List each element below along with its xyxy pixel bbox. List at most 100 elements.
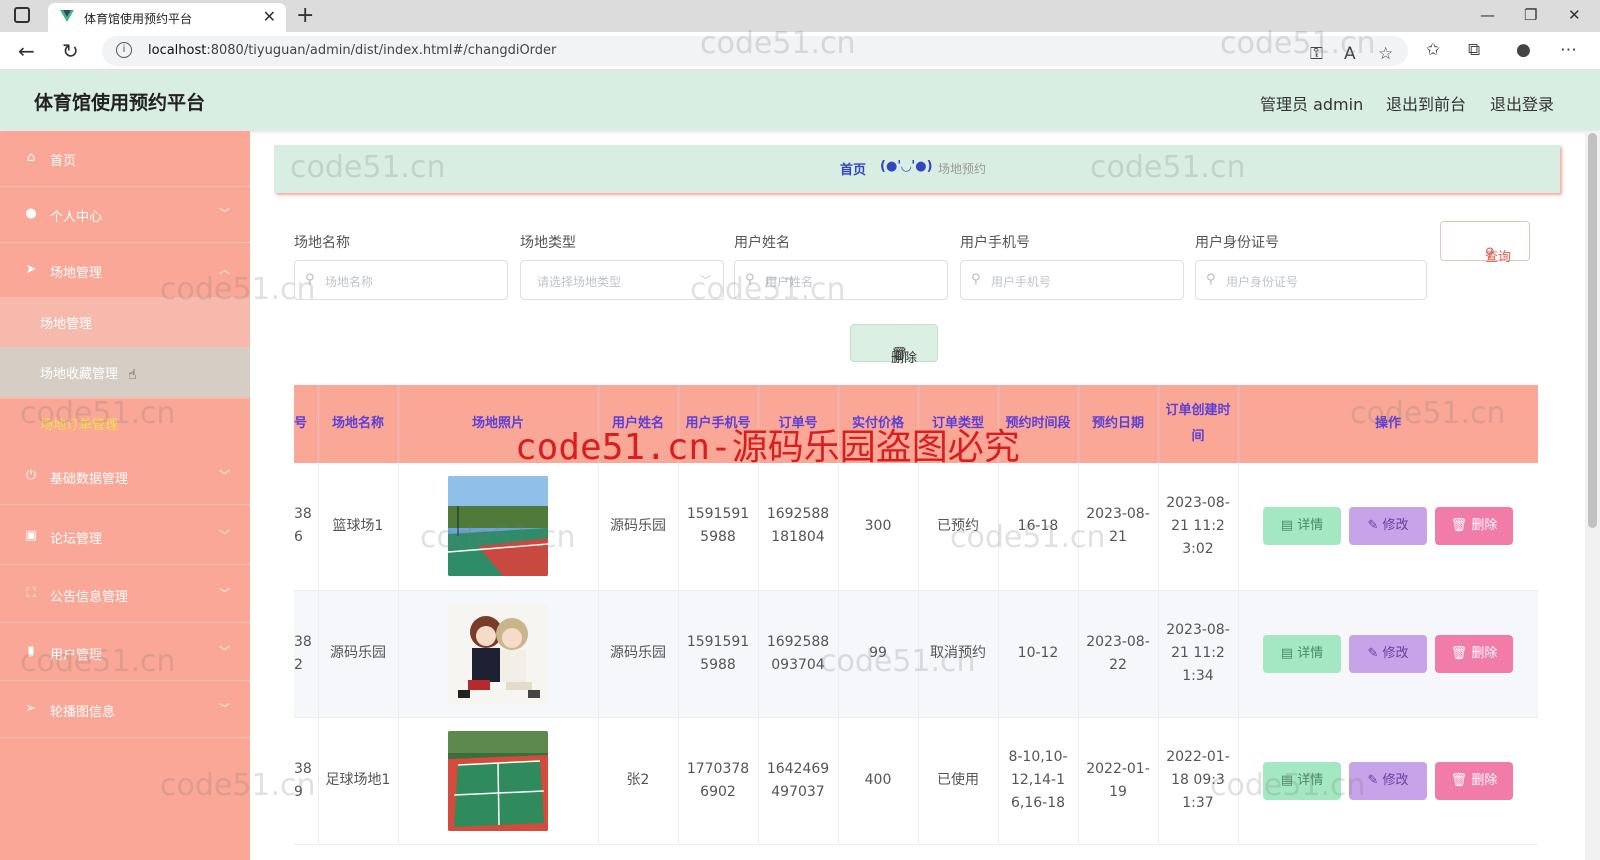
cell-user-name: 源码乐园 bbox=[598, 463, 679, 591]
cell-time-slot: 16-18 bbox=[998, 463, 1079, 591]
batch-delete-button[interactable]: 🗑 删除 bbox=[850, 324, 938, 366]
breadcrumb-home[interactable]: 首页 bbox=[840, 159, 866, 178]
search-icon: ⚲ bbox=[1206, 272, 1216, 287]
sidebar-subitem-orders[interactable]: 场地订单管理 bbox=[40, 414, 118, 433]
sidebar-item-base-data[interactable]: ⏻ 基础数据管理 ﹀ bbox=[0, 449, 250, 505]
browser-tab[interactable]: 体育馆使用预约平台 ✕ bbox=[48, 3, 286, 32]
col-header-order-type[interactable]: 订单类型 bbox=[918, 385, 999, 463]
sidebar-item-forum[interactable]: ▣ 论坛管理 ﹀ bbox=[0, 509, 250, 565]
court-photo-soccer[interactable] bbox=[448, 730, 548, 831]
col-header-user-phone[interactable]: 用户手机号 bbox=[678, 385, 759, 463]
user-idcard-input[interactable]: ⚲ 用户身份证号 bbox=[1195, 260, 1427, 300]
detail-button[interactable]: ▤ 详情 bbox=[1263, 761, 1341, 800]
search-label-user-name: 用户姓名 bbox=[734, 235, 790, 251]
delete-button[interactable]: 🗑 删除 bbox=[1435, 761, 1513, 800]
cell-user-phone: 17703786902 bbox=[678, 717, 759, 845]
detail-button[interactable]: ▤ 详情 bbox=[1263, 634, 1341, 673]
input-placeholder: 用户身份证号 bbox=[1226, 275, 1299, 289]
logout-link[interactable]: 退出登录 bbox=[1490, 91, 1554, 115]
chevron-down-icon: ﹀ bbox=[219, 645, 230, 658]
delete-button[interactable]: 🗑 删除 bbox=[1435, 634, 1513, 673]
window-menu-icon[interactable] bbox=[14, 7, 30, 23]
cell-created: 2023-08-21 11:21:34 bbox=[1158, 590, 1239, 718]
edit-button[interactable]: ✎ 修改 bbox=[1349, 761, 1427, 800]
chat-icon: ▣ bbox=[24, 528, 38, 543]
sidebar-item-profile[interactable]: ● 个人中心 ﹀ bbox=[0, 187, 250, 243]
site-info-icon[interactable]: i bbox=[116, 42, 132, 58]
sidebar-item-label: 基础数据管理 bbox=[50, 472, 129, 487]
col-header-venue-name[interactable]: 场地名称 bbox=[318, 385, 399, 463]
back-to-front-link[interactable]: 退出到前台 bbox=[1386, 91, 1466, 115]
search-label-user-idcard: 用户身份证号 bbox=[1195, 235, 1279, 251]
restore-icon[interactable]: ❐ bbox=[1524, 6, 1537, 24]
col-header-time-slot[interactable]: 预约时间段 bbox=[998, 385, 1079, 463]
chevron-down-icon: ﹀ bbox=[219, 529, 230, 542]
select-placeholder: 请选择场地类型 bbox=[537, 275, 622, 289]
search-icon: ⚲ bbox=[971, 272, 981, 287]
reload-icon[interactable]: ↻ bbox=[62, 39, 79, 63]
read-aloud-icon[interactable]: A bbox=[1344, 44, 1356, 64]
sidebar-item-users[interactable]: ▮ 用户管理 ﹀ bbox=[0, 625, 250, 681]
sidebar-item-notices[interactable]: ⛶ 公告信息管理 ﹀ bbox=[0, 567, 250, 623]
collections-icon[interactable]: ⧉ bbox=[1468, 40, 1480, 60]
query-button[interactable]: 查询 ⚲ bbox=[1440, 221, 1530, 265]
search-icon: ⚲ bbox=[1485, 246, 1495, 261]
admin-label: 管理员 admin bbox=[1260, 95, 1364, 114]
page-scrollbar[interactable] bbox=[1585, 131, 1600, 860]
court-photo-anime[interactable] bbox=[448, 603, 548, 704]
sidebar-subitem-label: 场地收藏管理 bbox=[40, 367, 119, 382]
browser-tab-bar: 体育馆使用预约平台 ✕ + — ❐ ✕ bbox=[0, 0, 1600, 32]
col-header-order-no[interactable]: 订单号 bbox=[758, 385, 839, 463]
more-menu-icon[interactable]: ⋯ bbox=[1560, 40, 1577, 60]
chevron-down-icon: ﹀ bbox=[219, 469, 230, 482]
cell-order-no: 1692588181804 bbox=[758, 463, 839, 591]
cell-photo bbox=[398, 463, 599, 591]
chevron-down-icon: ﹀ bbox=[219, 207, 230, 220]
col-header-id[interactable]: 号 bbox=[294, 385, 319, 463]
sidebar-item-venue[interactable]: ➤ 场地管理 ︿ bbox=[0, 243, 250, 299]
court-photo-basketball[interactable] bbox=[448, 476, 548, 577]
address-bar: ← ↻ i localhost:8080/tiyuguan/admin/dist… bbox=[0, 32, 1600, 70]
sidebar-item-label: 轮播图信息 bbox=[50, 705, 116, 720]
venue-type-select[interactable]: 请选择场地类型 ﹀ bbox=[520, 260, 724, 300]
minimize-icon[interactable]: — bbox=[1480, 6, 1495, 24]
sidebar-item-carousel[interactable]: ➢ 轮播图信息 ﹀ bbox=[0, 682, 250, 738]
new-tab-icon[interactable]: + bbox=[296, 3, 314, 28]
col-header-price[interactable]: 实付价格 bbox=[838, 385, 919, 463]
chevron-down-icon: ﹀ bbox=[700, 274, 711, 287]
close-window-icon[interactable]: ✕ bbox=[1568, 6, 1581, 24]
favorites-icon[interactable]: ✩ bbox=[1426, 40, 1440, 60]
sidebar-item-home[interactable]: ⌂ 首页 bbox=[0, 131, 250, 187]
user-name-input[interactable]: ⚲ 用户姓名 bbox=[734, 260, 948, 300]
col-header-date[interactable]: 预约日期 bbox=[1078, 385, 1159, 463]
close-tab-icon[interactable]: ✕ bbox=[263, 7, 276, 26]
user-phone-input[interactable]: ⚲ 用户手机号 bbox=[960, 260, 1184, 300]
cell-price: 300 bbox=[838, 463, 919, 591]
breadcrumb-separator: (●'◡'●) bbox=[880, 159, 933, 174]
cell-order-type: 已使用 bbox=[918, 717, 999, 845]
cell-date: 2023-08-21 bbox=[1078, 463, 1159, 591]
sidebar-subitem-venue-manage[interactable]: 场地管理 bbox=[0, 297, 250, 347]
url-field[interactable]: i localhost:8080/tiyuguan/admin/dist/ind… bbox=[102, 36, 1408, 66]
detail-button[interactable]: ▤ 详情 bbox=[1263, 507, 1341, 546]
scrollbar-thumb[interactable] bbox=[1588, 133, 1597, 528]
cell-order-no: 1642469497037 bbox=[758, 717, 839, 845]
col-header-user-name[interactable]: 用户姓名 bbox=[598, 385, 679, 463]
tab-title: 体育馆使用预约平台 bbox=[84, 12, 193, 26]
profile-avatar-icon[interactable]: ● bbox=[1516, 40, 1531, 60]
add-favorite-icon[interactable]: ☆ bbox=[1378, 44, 1393, 64]
col-header-actions: 操作 bbox=[1238, 385, 1538, 463]
cell-id: 386 bbox=[294, 463, 319, 591]
delete-button[interactable]: 🗑 删除 bbox=[1435, 507, 1513, 546]
sidebar-item-label: 个人中心 bbox=[50, 210, 103, 225]
edit-button[interactable]: ✎ 修改 bbox=[1349, 507, 1427, 546]
key-icon[interactable]: ⚿ bbox=[1310, 44, 1323, 64]
cell-actions: ▤ 详情 ✎ 修改 🗑 删除 bbox=[1238, 717, 1538, 845]
edit-button[interactable]: ✎ 修改 bbox=[1349, 634, 1427, 673]
sidebar-subitem-venue-favorites[interactable]: 场地收藏管理 ☝ bbox=[0, 347, 250, 397]
venue-name-input[interactable]: ⚲ 场地名称 bbox=[294, 260, 508, 300]
col-header-venue-photo[interactable]: 场地照片 bbox=[398, 385, 599, 463]
cell-price: 400 bbox=[838, 717, 919, 845]
col-header-created[interactable]: 订单创建时间 bbox=[1158, 385, 1239, 463]
back-icon[interactable]: ← bbox=[18, 39, 35, 63]
